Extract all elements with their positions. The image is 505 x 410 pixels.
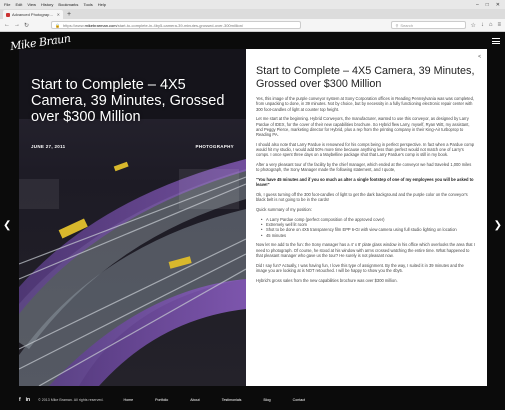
hero-image: Start to Complete – 4X5 Camera, 39 Minut… — [19, 49, 246, 386]
article-paragraph: Did I say fun? Actually, I was having fu… — [256, 262, 464, 273]
menu-icon[interactable]: ≡ — [497, 22, 501, 29]
article-paragraph: After a very pleasant tour of the facili… — [256, 162, 472, 173]
downloads-icon[interactable]: ↓ — [481, 22, 484, 29]
hamburger-menu-icon[interactable] — [492, 38, 500, 44]
new-tab-icon[interactable]: + — [67, 10, 71, 19]
hero-date: JUNE 27, 2011 — [31, 144, 66, 149]
star-icon[interactable]: ☆ — [470, 22, 475, 29]
web-page: Mike Braun ❮ ❯ Start to Complete – 4X5 C… — [0, 32, 505, 410]
forward-icon[interactable]: → — [14, 22, 20, 28]
browser-tab[interactable]: Advanced Photography, Mike Brai ✕ — [3, 10, 63, 19]
footer-link-contact[interactable]: Contact — [293, 398, 305, 402]
next-arrow-icon[interactable]: ❯ — [494, 220, 502, 231]
url-bar[interactable]: 🔒 https://www.mikebrarman.com/start-to-c… — [51, 21, 302, 29]
menu-bar: File Edit View History Bookmarks Tools H… — [0, 0, 106, 9]
tab-bar: Advanced Photography, Mike Brai ✕ + — [0, 9, 505, 19]
footer-link-portfolio[interactable]: Portfolio — [155, 398, 168, 402]
article-title: Start to Complete – 4X5 Camera, 39 Minut… — [256, 65, 475, 90]
footer-link-blog[interactable]: Blog — [263, 398, 270, 402]
prev-arrow-icon[interactable]: ❮ — [3, 220, 11, 231]
site-footer: f in © 2013 Mike Braman. All rights rese… — [19, 395, 487, 405]
lock-icon: 🔒 — [55, 22, 61, 28]
linkedin-icon[interactable]: in — [26, 397, 30, 403]
hero-category[interactable]: PHOTOGRAPHY — [196, 144, 234, 149]
share-icon[interactable]: < — [478, 54, 481, 60]
menu-history[interactable]: History — [41, 0, 53, 9]
nav-toolbar: ← → ↻ 🔒 https://www.mikebrarman.com/star… — [0, 19, 505, 32]
menu-tools[interactable]: Tools — [83, 0, 92, 9]
browser-titlebar: File Edit View History Bookmarks Tools H… — [0, 0, 505, 9]
article-panel: < Start to Complete – 4X5 Camera, 39 Min… — [246, 49, 487, 386]
article-paragraph: Hybrid's gross sales from the new capabi… — [256, 277, 398, 283]
article-paragraph: Yes, this image of the purple conveyor s… — [256, 96, 474, 112]
favicon-icon — [6, 12, 10, 17]
article-paragraph: I should also note that Larry Pardue is … — [256, 141, 475, 158]
footer-nav: Home Portfolio About Testimonials Blog C… — [124, 398, 306, 402]
search-icon: ⚲ — [395, 22, 399, 28]
search-input[interactable]: ⚲ Search — [391, 21, 467, 29]
back-icon[interactable]: ← — [4, 22, 10, 28]
footer-link-testimonials[interactable]: Testimonials — [222, 398, 242, 402]
tab-title: Advanced Photography, Mike Brai — [12, 12, 55, 17]
menu-bookmarks[interactable]: Bookmarks — [58, 0, 78, 9]
article-quote: "You have 45 minutes and if you so much … — [256, 177, 474, 188]
maximize-icon[interactable]: □ — [486, 2, 489, 8]
copyright-text: © 2013 Mike Braman. All rights reserved. — [38, 398, 104, 402]
minimize-icon[interactable]: – — [476, 2, 479, 8]
menu-file[interactable]: File — [4, 0, 10, 9]
article-paragraph: Let me start at the beginning. Hybrid Co… — [256, 116, 470, 138]
tab-close-icon[interactable]: ✕ — [57, 12, 60, 17]
footer-link-about[interactable]: About — [190, 398, 199, 402]
home-icon[interactable]: ⌂ — [489, 22, 493, 29]
menu-edit[interactable]: Edit — [15, 0, 22, 9]
summary-list: A Larry Pardue comp (perfect composition… — [261, 217, 475, 239]
hero-title: Start to Complete – 4X5 Camera, 39 Minut… — [31, 77, 225, 125]
menu-help[interactable]: Help — [98, 0, 106, 9]
facebook-icon[interactable]: f — [19, 397, 21, 403]
article-paragraph: Now let me add to the fun: the Sony mana… — [256, 242, 475, 258]
footer-link-home[interactable]: Home — [124, 398, 134, 402]
close-window-icon[interactable]: ✕ — [496, 2, 500, 8]
article-paragraph: Ok, I guess turning off the 300 foot-can… — [256, 192, 468, 203]
list-item: 45 minutes — [261, 233, 475, 239]
url-text: https://www.mikebrarman.com/start-to-com… — [63, 22, 244, 28]
article-paragraph: Quick summary of my position: — [256, 207, 312, 213]
reload-icon[interactable]: ↻ — [24, 22, 29, 29]
menu-view[interactable]: View — [27, 0, 36, 9]
